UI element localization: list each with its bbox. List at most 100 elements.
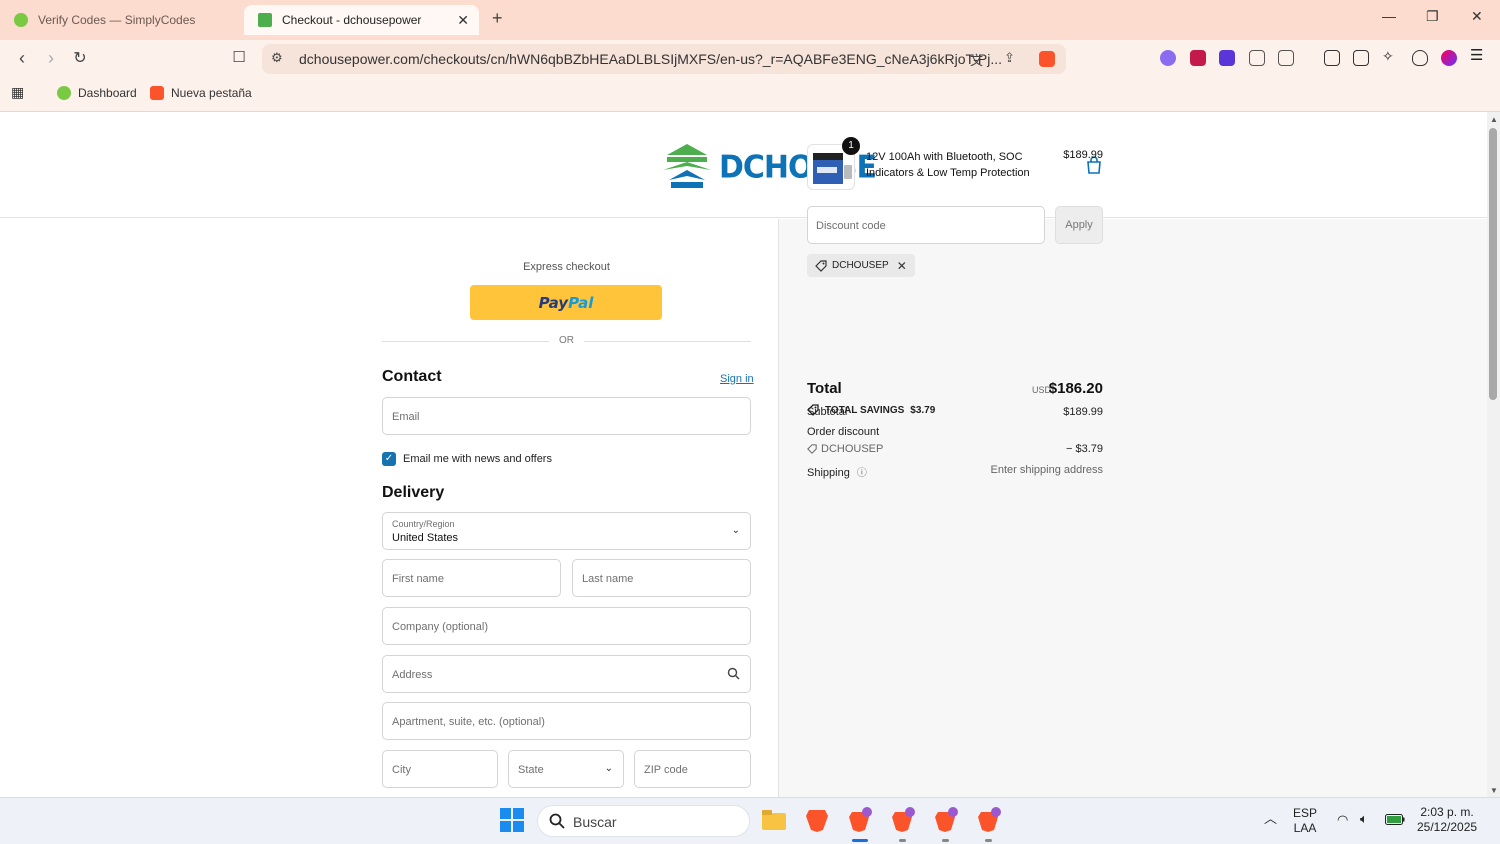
brave-profile-icon[interactable] (890, 807, 916, 833)
brave-profile-icon[interactable] (847, 807, 873, 833)
newsletter-label: Email me with news and offers (403, 453, 552, 465)
shipping-label: Shipping (807, 467, 850, 479)
chevron-up-icon[interactable]: ︿ (1264, 811, 1277, 826)
brave-browser-icon[interactable] (804, 807, 830, 833)
tag-icon (807, 444, 817, 454)
country-select[interactable]: Country/Region United States ⌄ (382, 512, 751, 550)
leo-ai-icon[interactable]: ✧ (1382, 48, 1398, 64)
battery-icon[interactable] (1385, 814, 1405, 825)
close-window-icon[interactable]: ✕ (1471, 8, 1483, 25)
bookmark-dashboard[interactable]: Dashboard (57, 86, 137, 100)
product-price: $189.99 (1063, 149, 1103, 161)
dchouse-logo[interactable]: DCHOUSE (661, 142, 877, 190)
applied-discount-chip: DCHOUSEP ✕ (807, 254, 915, 277)
last-name-field[interactable]: Last name (572, 559, 751, 597)
first-name-field[interactable]: First name (382, 559, 561, 597)
or-divider: OR (382, 335, 751, 347)
extensions-puzzle-icon[interactable] (1249, 50, 1265, 66)
dchouse-logo-icon (663, 144, 711, 188)
email-field[interactable]: Email (382, 397, 751, 435)
bookmark-label: Dashboard (78, 86, 137, 100)
tab-strip: Verify Codes — SimplyCodes Checkout - dc… (0, 0, 1500, 40)
back-icon[interactable]: ‹ (11, 48, 33, 69)
menu-icon[interactable]: ☰ (1470, 46, 1486, 64)
profile-icon[interactable] (1441, 50, 1457, 66)
email-placeholder: Email (392, 411, 420, 423)
apply-button[interactable]: Apply (1055, 206, 1103, 244)
total-row: Total USD $186.20 (807, 380, 1103, 397)
applied-code-text: DCHOUSEP (832, 260, 889, 271)
url-text[interactable]: dchousepower.com/checkouts/cn/hWN6qbBZbH… (299, 51, 1002, 67)
sidebar-icon[interactable] (1324, 50, 1340, 66)
total-label: Total (807, 380, 842, 397)
restore-icon[interactable]: ❐ (1426, 8, 1439, 25)
dchouse-favicon-icon (258, 13, 272, 27)
tab-checkout[interactable]: Checkout - dchousepower ✕ (244, 5, 479, 35)
page-scrollbar[interactable]: ▲ ▼ (1487, 112, 1500, 797)
paypal-button[interactable]: Pay Pal (470, 285, 662, 320)
company-placeholder: Company (optional) (392, 621, 488, 633)
contact-heading: Contact (382, 368, 442, 385)
search-placeholder: Buscar (573, 814, 617, 830)
wallet-icon[interactable] (1353, 50, 1369, 66)
bookmark-new-tab[interactable]: Nueva pestaña (150, 86, 252, 100)
share-icon[interactable]: ⇪ (1004, 50, 1015, 66)
scroll-thumb[interactable] (1489, 128, 1497, 400)
forward-icon[interactable]: › (40, 48, 62, 69)
clock[interactable]: 2:03 p. m. 25/12/2025 (1417, 805, 1477, 835)
simplycodes-favicon-icon (14, 13, 28, 27)
state-select[interactable]: State ⌄ (508, 750, 624, 788)
city-field[interactable]: City (382, 750, 498, 788)
discount-code-field[interactable]: Discount code (807, 206, 1045, 244)
browser-toolbar: ‹ › ↻ ☐ ⚙ dchousepower.com/checkouts/cn/… (0, 40, 1500, 78)
extension-icon[interactable] (1160, 50, 1176, 66)
brave-profile-icon[interactable] (976, 807, 1002, 833)
file-explorer-icon[interactable] (761, 807, 787, 833)
ublock-icon[interactable] (1190, 50, 1206, 66)
apartment-field[interactable]: Apartment, suite, etc. (optional) (382, 702, 751, 740)
site-settings-icon[interactable]: ⚙ (271, 50, 283, 66)
bookmark-label: Nueva pestaña (171, 86, 252, 100)
brave-profile-icon[interactable] (933, 807, 959, 833)
discount-code-label: DCHOUSEP (821, 443, 884, 455)
new-tab-button[interactable]: + (492, 8, 503, 29)
tag-icon (807, 404, 819, 416)
language-indicator[interactable]: ESP LAA (1293, 806, 1317, 836)
extension-a-icon[interactable] (1219, 50, 1235, 66)
reload-icon[interactable]: ↻ (69, 48, 91, 68)
zip-field[interactable]: ZIP code (634, 750, 751, 788)
order-discount-label: Order discount (807, 426, 880, 438)
taskbar-search[interactable]: Buscar (537, 805, 750, 837)
translate-icon[interactable]: 文 (970, 50, 983, 69)
chevron-down-icon: ⌄ (604, 763, 613, 774)
quantity-badge: 1 (842, 137, 860, 155)
newsletter-checkbox[interactable]: ✓ (382, 452, 396, 466)
minimize-icon[interactable]: — (1382, 8, 1396, 24)
help-circle-icon[interactable]: ⓘ (857, 468, 867, 479)
company-field[interactable]: Company (optional) (382, 607, 751, 645)
language-code: ESP (1293, 806, 1318, 820)
bookmark-icon[interactable]: ☐ (228, 48, 250, 66)
volume-icon[interactable]: 🔈︎ (1360, 811, 1368, 826)
reading-list-icon[interactable] (1278, 50, 1294, 66)
tab-verify-codes[interactable]: Verify Codes — SimplyCodes (0, 5, 240, 35)
scroll-down-icon[interactable]: ▼ (1490, 786, 1498, 795)
apps-grid-icon[interactable]: ▦ (11, 84, 24, 101)
scroll-up-icon[interactable]: ▲ (1490, 115, 1498, 124)
wifi-icon[interactable]: ◠ (1337, 812, 1348, 827)
remove-discount-icon[interactable]: ✕ (897, 259, 907, 273)
close-tab-icon[interactable]: ✕ (457, 12, 469, 29)
sign-in-link[interactable]: Sign in (720, 373, 754, 385)
address-field[interactable]: Address (382, 655, 751, 693)
express-checkout-label: Express checkout (523, 261, 610, 273)
savings-label: TOTAL SAVINGS (825, 404, 905, 416)
windows-start-icon[interactable] (499, 807, 525, 833)
vpn-icon[interactable] (1412, 50, 1428, 66)
newsletter-checkbox-row[interactable]: ✓ Email me with news and offers (382, 452, 552, 466)
checkout-page: DCHOUSE Express checkout Pay Pal OR Conta… (0, 112, 1487, 797)
apartment-placeholder: Apartment, suite, etc. (optional) (392, 716, 545, 728)
discount-value: − $3.79 (1065, 443, 1103, 455)
total-savings: TOTAL SAVINGS $3.79 (807, 404, 935, 416)
address-bar[interactable]: ⚙ dchousepower.com/checkouts/cn/hWN6qbBZ… (262, 44, 1066, 74)
brave-shields-icon[interactable] (1039, 51, 1055, 67)
